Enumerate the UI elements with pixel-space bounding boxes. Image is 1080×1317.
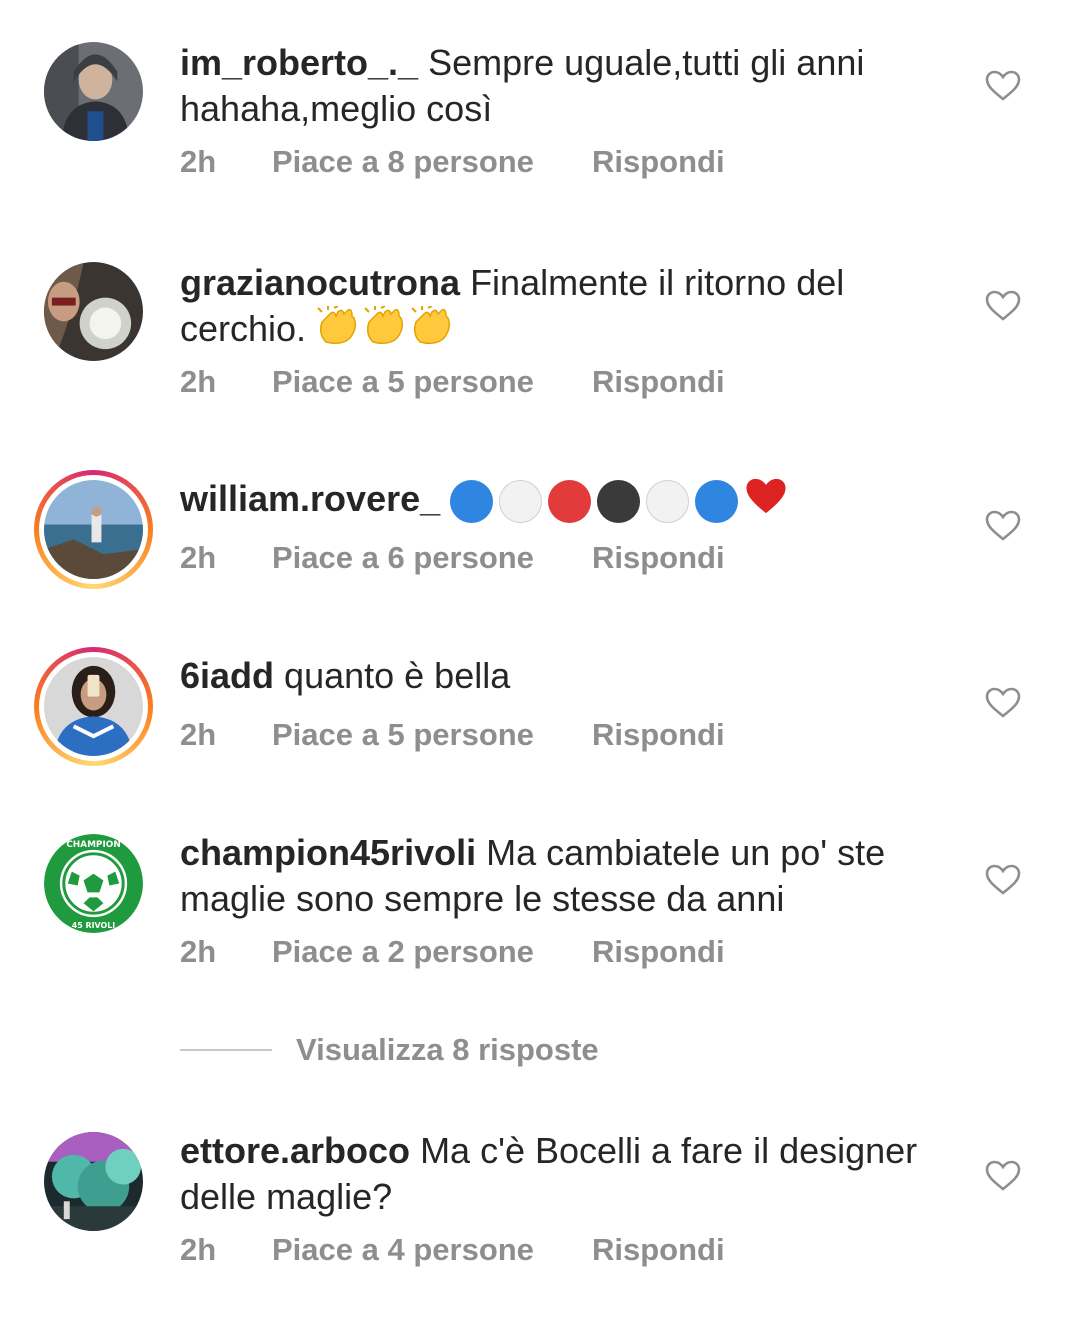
view-replies-button[interactable]: Visualizza 8 risposte: [180, 1032, 599, 1068]
comment-meta: 2h Piace a 8 persone Rispondi: [180, 144, 725, 180]
avatar[interactable]: CHAMPION 45 RIVOLI: [44, 834, 143, 933]
comment-username[interactable]: champion45rivoli: [180, 832, 476, 873]
comment-meta: 2h Piace a 4 persone Rispondi: [180, 1232, 725, 1268]
comment-username[interactable]: william.rovere_: [180, 478, 440, 519]
view-replies-label[interactable]: Visualizza 8 risposte: [296, 1032, 599, 1068]
avatar[interactable]: [44, 1132, 143, 1231]
comment-text: 6iadd quanto è bella: [180, 653, 940, 699]
avatar-story-ring[interactable]: [34, 470, 153, 589]
comment-likes[interactable]: Piace a 2 persone: [272, 934, 592, 970]
comment-likes[interactable]: Piace a 8 persone: [272, 144, 592, 180]
comment-likes[interactable]: Piace a 4 persone: [272, 1232, 592, 1268]
reply-button[interactable]: Rispondi: [592, 1232, 725, 1268]
clapping-hands-icon: [316, 305, 360, 357]
comment-text: im_roberto_._ Sempre uguale,tutti gli an…: [180, 40, 940, 132]
circle-emoji-icon: [597, 480, 641, 523]
comment-time: 2h: [180, 144, 217, 179]
comment-username[interactable]: 6iadd: [180, 655, 274, 696]
comment-likes[interactable]: Piace a 5 persone: [272, 364, 592, 400]
circle-emoji-icon: [499, 480, 543, 523]
heart-icon[interactable]: [985, 1160, 1021, 1192]
heart-icon[interactable]: [985, 290, 1021, 322]
replies-divider: [180, 1049, 272, 1051]
comment-username[interactable]: grazianocutrona: [180, 262, 460, 303]
comment-time: 2h: [180, 540, 217, 575]
avatar-story-ring[interactable]: [34, 647, 153, 766]
circle-emoji-icon: [695, 480, 739, 523]
comment-username[interactable]: im_roberto_._: [180, 42, 418, 83]
comment-likes[interactable]: Piace a 6 persone: [272, 540, 592, 576]
comment-body: quanto è bella: [284, 655, 511, 696]
badge-text-top: CHAMPION: [66, 840, 121, 850]
comment-likes[interactable]: Piace a 5 persone: [272, 717, 592, 753]
circle-emoji-icon: [646, 480, 690, 523]
avatar[interactable]: [44, 42, 143, 141]
comment-meta: 2h Piace a 2 persone Rispondi: [180, 934, 725, 970]
comment-time: 2h: [180, 364, 217, 399]
badge-text-bottom: 45 RIVOLI: [72, 921, 116, 930]
comment-meta: 2h Piace a 5 persone Rispondi: [180, 364, 725, 400]
reply-button[interactable]: Rispondi: [592, 364, 725, 400]
comment-text: grazianocutrona Finalmente il ritorno de…: [180, 260, 940, 357]
clapping-hands-icon: [410, 305, 454, 357]
heart-icon[interactable]: [985, 864, 1021, 896]
heart-icon[interactable]: [985, 687, 1021, 719]
comment-meta: 2h Piace a 5 persone Rispondi: [180, 717, 725, 753]
reply-button[interactable]: Rispondi: [592, 717, 725, 753]
avatar[interactable]: [44, 262, 143, 361]
circle-emoji-icon: [548, 480, 592, 523]
heart-icon[interactable]: [985, 510, 1021, 542]
comment-text: ettore.arboco Ma c'è Bocelli a fare il d…: [180, 1128, 940, 1220]
emoji-dots: [450, 478, 744, 523]
comment-time: 2h: [180, 934, 217, 969]
circle-emoji-icon: [450, 480, 494, 523]
comment-username[interactable]: ettore.arboco: [180, 1130, 410, 1171]
comment-text: champion45rivoli Ma cambiatele un po' st…: [180, 830, 940, 922]
comment-time: 2h: [180, 717, 217, 752]
red-heart-icon: [744, 476, 788, 527]
heart-icon[interactable]: [985, 70, 1021, 102]
comment-text: william.rovere_: [180, 476, 940, 527]
comment-time: 2h: [180, 1232, 217, 1267]
clapping-hands-icon: [363, 305, 407, 357]
comment-meta: 2h Piace a 6 persone Rispondi: [180, 540, 725, 576]
reply-button[interactable]: Rispondi: [592, 144, 725, 180]
reply-button[interactable]: Rispondi: [592, 540, 725, 576]
reply-button[interactable]: Rispondi: [592, 934, 725, 970]
